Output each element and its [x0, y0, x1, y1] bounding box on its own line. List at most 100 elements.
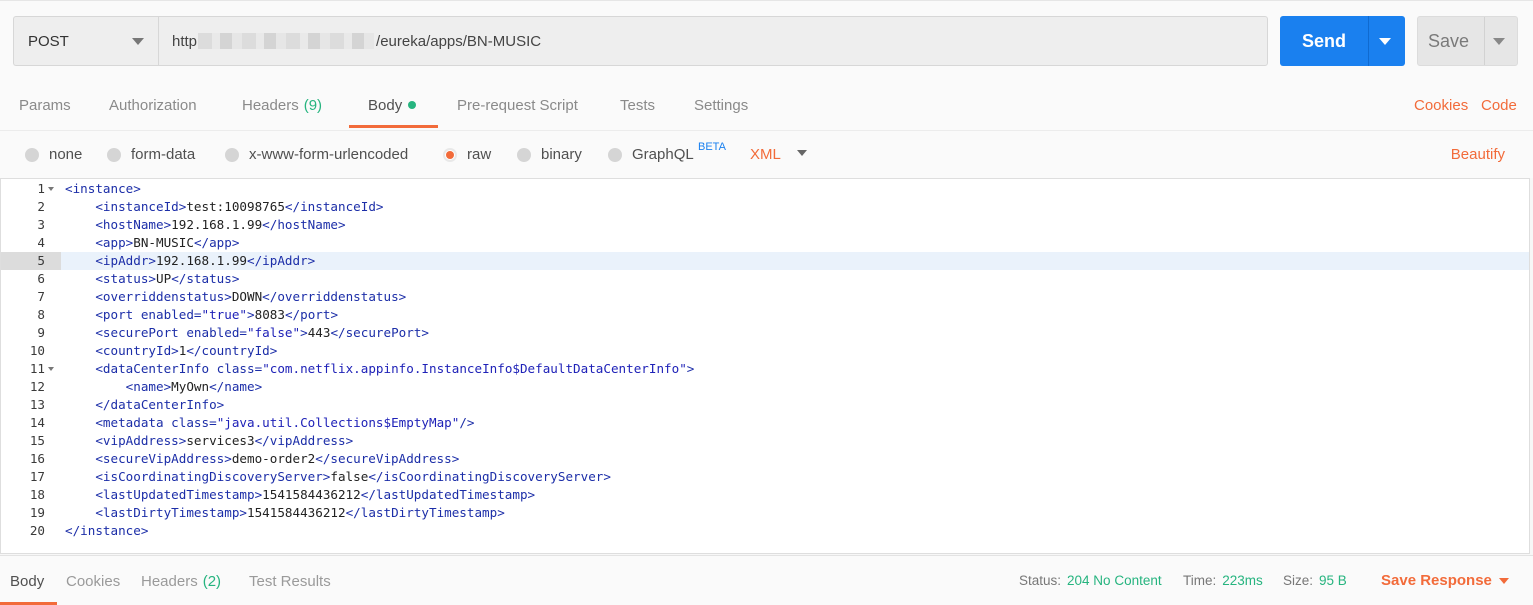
response-tab-headers[interactable]: Headers (2) [141, 556, 221, 605]
redacted-host [198, 33, 375, 49]
line-number: 18 [29, 487, 45, 502]
save-options-chevron-icon[interactable] [1493, 38, 1505, 45]
line-number: 20 [29, 523, 45, 538]
radio-none[interactable] [25, 147, 39, 162]
code-line[interactable]: 7 <overriddenstatus>DOWN</overriddenstat… [1, 288, 1529, 306]
code-line[interactable]: 3 <hostName>192.168.1.99</hostName> [1, 216, 1529, 234]
code-line[interactable]: 15 <vipAddress>services3</vipAddress> [1, 432, 1529, 450]
response-tab-body[interactable]: Body [10, 556, 44, 605]
save-divider [1484, 17, 1485, 65]
send-button[interactable]: Send [1280, 16, 1405, 66]
code-line[interactable]: 5 <ipAddr>192.168.1.99</ipAddr> [1, 252, 1529, 270]
save-response-chevron-icon[interactable] [1499, 578, 1509, 584]
mode-raw-label: raw [467, 146, 492, 163]
line-number: 7 [37, 289, 45, 304]
code-line[interactable]: 12 <name>MyOwn</name> [1, 378, 1529, 396]
code-link[interactable]: Code [1481, 79, 1517, 131]
radio-raw-selected[interactable] [443, 147, 457, 162]
code-line[interactable]: 13 </dataCenterInfo> [1, 396, 1529, 414]
fold-caret-icon[interactable] [48, 367, 54, 371]
status-label: Status: [1019, 572, 1062, 588]
url-input[interactable]: http /eureka/apps/BN-MUSIC [158, 16, 1268, 66]
response-tab-cookies[interactable]: Cookies [66, 556, 120, 605]
code-text: <dataCenterInfo class="com.netflix.appin… [95, 361, 695, 376]
radio-binary[interactable] [517, 147, 531, 162]
size-value[interactable]: 95 B [1319, 573, 1347, 588]
tab-authorization[interactable]: Authorization [109, 79, 197, 131]
code-line[interactable]: 10 <countryId>1</countryId> [1, 342, 1529, 360]
body-indicator-dot [408, 101, 417, 109]
tab-settings-label: Settings [694, 96, 749, 114]
code-line[interactable]: 8 <port enabled="true">8083</port> [1, 306, 1529, 324]
code-line[interactable]: 16 <secureVipAddress>demo-order2</secure… [1, 450, 1529, 468]
line-number: 4 [37, 235, 45, 250]
request-tabs: Params Authorization Headers (9) Body Pr… [0, 79, 1533, 131]
line-number: 12 [29, 379, 45, 394]
chevron-down-icon [132, 38, 144, 45]
radio-graphql[interactable] [608, 147, 622, 162]
code-text: <ipAddr>192.168.1.99</ipAddr> [95, 253, 316, 268]
code-line[interactable]: 1 <instance> [1, 180, 1529, 198]
mode-graphql[interactable]: GraphQL [608, 131, 694, 178]
tab-headers-label: Headers [242, 96, 299, 114]
response-tab-test-results[interactable]: Test Results [249, 556, 331, 605]
tab-body-label: Body [368, 96, 403, 114]
code-line[interactable]: 11 <dataCenterInfo class="com.netflix.ap… [1, 360, 1529, 378]
code-text: <app>BN-MUSIC</app> [95, 235, 240, 250]
code-text: <lastUpdatedTimestamp>1541584436212</las… [95, 487, 536, 502]
time-value[interactable]: 223ms [1222, 573, 1263, 588]
mode-none[interactable]: none [25, 131, 82, 178]
mode-binary[interactable]: binary [517, 131, 582, 178]
fold-caret-icon[interactable] [48, 187, 54, 191]
beautify-link[interactable]: Beautify [1451, 131, 1505, 178]
mode-none-label: none [49, 146, 83, 163]
response-tab-headers-count: (2) [202, 572, 222, 590]
line-number: 5 [37, 253, 45, 268]
status-value[interactable]: 204 No Content [1067, 573, 1162, 588]
time-label: Time: [1183, 572, 1217, 588]
code-line[interactable]: 17 <isCoordinatingDiscoveryServer>false<… [1, 468, 1529, 486]
code-line[interactable]: 18 <lastUpdatedTimestamp>1541584436212</… [1, 486, 1529, 504]
mode-raw[interactable]: raw [443, 131, 491, 178]
code-text: <port enabled="true">8083</port> [95, 307, 339, 322]
line-number: 16 [29, 451, 45, 466]
code-line[interactable]: 14 <metadata class="java.util.Collection… [1, 414, 1529, 432]
request-bar: POST http /eureka/apps/BN-MUSIC Send Sav… [0, 0, 1533, 79]
mode-form-data[interactable]: form-data [107, 131, 195, 178]
code-line[interactable]: 9 <securePort enabled="false">443</secur… [1, 324, 1529, 342]
code-text: <status>UP</status> [95, 271, 240, 286]
response-tab-test-results-label: Test Results [249, 572, 331, 590]
code-line[interactable]: 20 </instance> [1, 522, 1529, 540]
active-tab-underline [349, 125, 438, 128]
radio-form-data[interactable] [107, 147, 121, 162]
send-options-chevron-icon[interactable] [1379, 38, 1391, 45]
code-text: </dataCenterInfo> [95, 397, 225, 412]
code-line[interactable]: 6 <status>UP</status> [1, 270, 1529, 288]
code-line[interactable]: 19 <lastDirtyTimestamp>1541584436212</la… [1, 504, 1529, 522]
code-text: <instance> [65, 181, 141, 196]
response-size: Size: 95 B [1283, 555, 1347, 605]
tab-pre-request-script[interactable]: Pre-request Script [457, 79, 578, 131]
cookies-link[interactable]: Cookies [1414, 79, 1468, 131]
response-tab-cookies-label: Cookies [66, 572, 121, 590]
code-editor[interactable]: 1 <instance> 2 <instanceId>test:10098765</… [0, 178, 1530, 554]
code-line[interactable]: 2 <instanceId>test:10098765</instanceId> [1, 198, 1529, 216]
response-tab-body-label: Body [10, 572, 45, 590]
save-button[interactable]: Save [1417, 16, 1518, 66]
method-select[interactable]: POST [13, 16, 159, 66]
code-line[interactable]: 4 <app>BN-MUSIC</app> [1, 234, 1529, 252]
url-prefix: http [172, 32, 198, 50]
tab-settings[interactable]: Settings [694, 79, 748, 131]
code-text: <countryId>1</countryId> [95, 343, 278, 358]
radio-urlencoded[interactable] [225, 147, 239, 162]
mode-urlencoded[interactable]: x-www-form-urlencoded [225, 131, 408, 178]
tab-headers[interactable]: Headers (9) [242, 79, 322, 131]
format-chevron-down-icon[interactable] [797, 150, 807, 156]
format-select[interactable]: XML [750, 131, 781, 178]
line-number: 19 [29, 505, 45, 520]
mode-urlencoded-label: x-www-form-urlencoded [249, 146, 409, 163]
save-response-button[interactable]: Save Response [1381, 555, 1492, 605]
tab-body[interactable]: Body [368, 79, 417, 131]
tab-tests[interactable]: Tests [620, 79, 655, 131]
tab-params[interactable]: Params [19, 79, 71, 131]
